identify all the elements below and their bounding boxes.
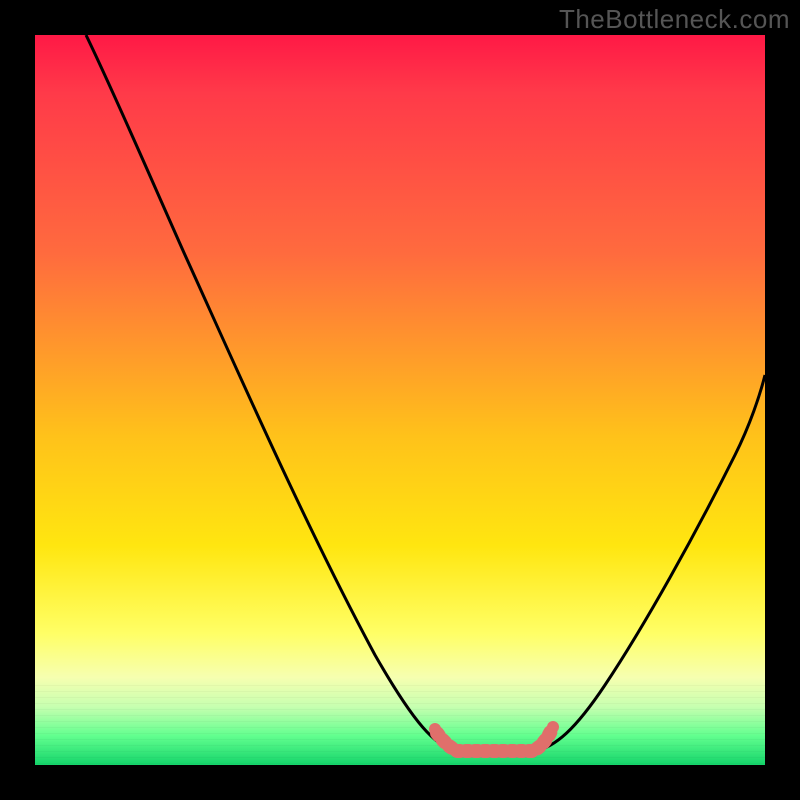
optimal-marker-dot [429,723,441,735]
optimal-marker-dot [547,721,559,733]
gradient-banding [35,685,765,765]
curve-path [86,35,765,751]
plot-area [35,35,765,765]
bottleneck-curve [35,35,765,765]
watermark-text: TheBottleneck.com [559,4,790,35]
optimal-range-marker [437,731,551,751]
chart-frame: TheBottleneck.com [0,0,800,800]
